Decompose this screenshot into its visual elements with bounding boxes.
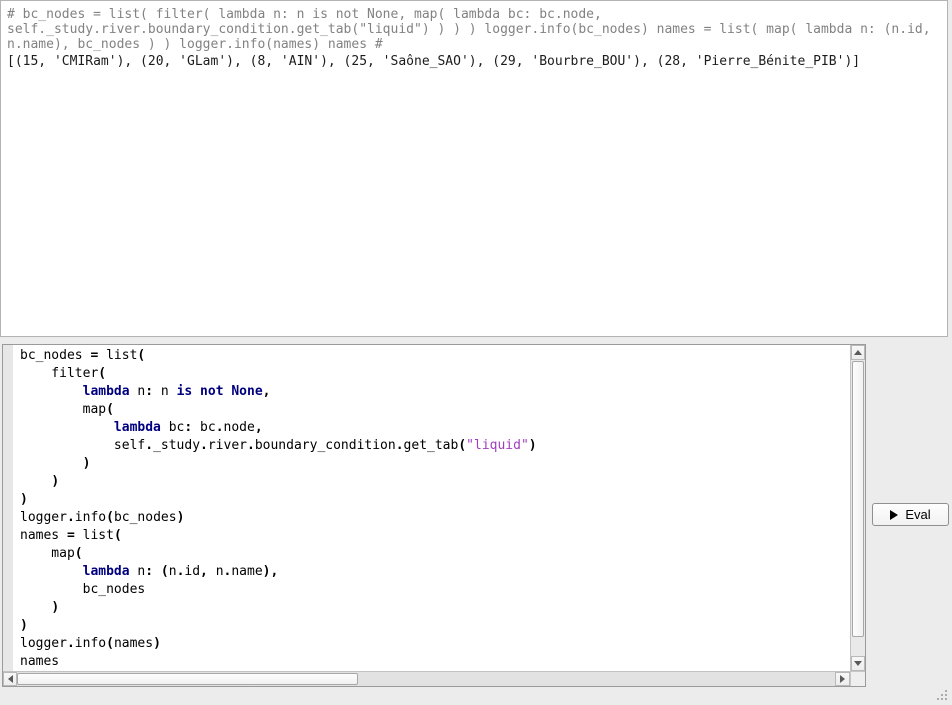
code-editor[interactable]: bc_nodes = list( filter( lambda n: n is … xyxy=(2,344,866,687)
horizontal-scrollbar[interactable] xyxy=(3,671,850,686)
code-line: lambda n: (n.id, n.name), xyxy=(20,563,850,581)
code-line: logger.info(bc_nodes) xyxy=(20,509,850,527)
code-line: names xyxy=(20,653,850,671)
eval-button-label: Eval xyxy=(905,507,930,522)
scroll-left-icon xyxy=(8,675,13,683)
scroll-left-button[interactable] xyxy=(3,672,17,686)
history-result-text: [(15, 'CMIRam'), (20, 'GLam'), (8, 'AIN'… xyxy=(7,54,942,69)
code-line: logger.info(names) xyxy=(20,635,850,653)
code-line: lambda bc: bc.node, xyxy=(20,419,850,437)
code-line: bc_nodes = list( xyxy=(20,347,850,365)
code-lines[interactable]: bc_nodes = list( filter( lambda n: n is … xyxy=(13,345,850,671)
scrollbar-corner xyxy=(850,671,865,686)
code-line: self._study.river.boundary_condition.get… xyxy=(20,437,850,455)
code-line: ) xyxy=(20,491,850,509)
code-line: lambda n: n is not None, xyxy=(20,383,850,401)
scroll-down-icon xyxy=(854,661,862,666)
scroll-up-button[interactable] xyxy=(851,345,865,360)
vertical-scrollbar-thumb[interactable] xyxy=(852,361,864,637)
code-line: names = list( xyxy=(20,527,850,545)
scroll-down-button[interactable] xyxy=(851,656,865,671)
code-line: ) xyxy=(20,599,850,617)
console-history-pane[interactable]: # bc_nodes = list( filter( lambda n: n i… xyxy=(0,0,948,337)
scroll-right-button[interactable] xyxy=(835,672,850,686)
eval-button[interactable]: Eval xyxy=(872,503,949,526)
window-resize-grip[interactable] xyxy=(945,698,947,700)
code-line: ) xyxy=(20,455,850,473)
code-line: map( xyxy=(20,545,850,563)
horizontal-scrollbar-thumb[interactable] xyxy=(17,673,358,685)
play-icon xyxy=(890,510,898,520)
history-command-text: # bc_nodes = list( filter( lambda n: n i… xyxy=(7,7,942,52)
code-line: ) xyxy=(20,473,850,491)
code-line: map( xyxy=(20,401,850,419)
code-line: bc_nodes xyxy=(20,581,850,599)
code-line: ) xyxy=(20,617,850,635)
vertical-scrollbar[interactable] xyxy=(850,345,865,671)
editor-gutter xyxy=(3,345,13,671)
scroll-right-icon xyxy=(840,675,845,683)
code-line: filter( xyxy=(20,365,850,383)
scroll-up-icon xyxy=(854,350,862,355)
